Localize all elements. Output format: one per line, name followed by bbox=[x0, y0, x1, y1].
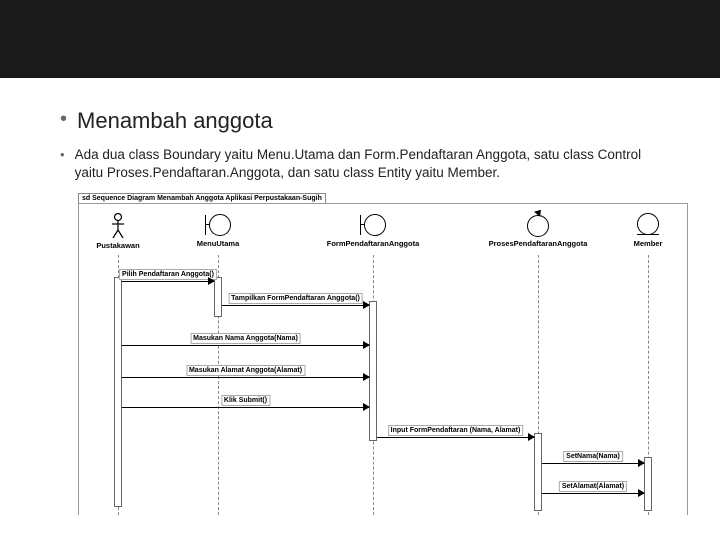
participant-entity: Member bbox=[618, 213, 678, 248]
slide-title: Menambah anggota bbox=[77, 108, 273, 134]
entity-icon bbox=[635, 213, 661, 237]
message-label: Masukan Nama Anggota(Nama) bbox=[190, 333, 301, 344]
boundary-icon bbox=[205, 213, 231, 237]
actor-icon bbox=[88, 213, 148, 239]
participant-label: MenuUtama bbox=[183, 239, 253, 248]
header-bar bbox=[0, 0, 720, 78]
participant-actor: Pustakawan bbox=[88, 213, 148, 250]
message: SetNama(Nama) bbox=[542, 451, 644, 465]
control-icon bbox=[525, 213, 551, 237]
activation-bar bbox=[214, 277, 222, 317]
message: Masukan Nama Anggota(Nama) bbox=[122, 333, 369, 347]
participant-control: ProsesPendaftaranAnggota bbox=[483, 213, 593, 248]
message: Masukan Alamat Anggota(Alamat) bbox=[122, 365, 369, 379]
activation-bar bbox=[644, 457, 652, 511]
message: Input FormPendaftaran (Nama, Alamat) bbox=[377, 425, 534, 439]
message-label: Pilih Pendaftaran Anggota() bbox=[119, 269, 217, 280]
participant-label: Pustakawan bbox=[88, 241, 148, 250]
participant-label: ProsesPendaftaranAnggota bbox=[483, 239, 593, 248]
message: Pilih Pendaftaran Anggota() bbox=[122, 269, 214, 283]
sequence-diagram: sd Sequence Diagram Menambah Anggota Apl… bbox=[78, 195, 688, 515]
activation-bar bbox=[114, 277, 122, 507]
activation-bar bbox=[369, 301, 377, 441]
message-label: Masukan Alamat Anggota(Alamat) bbox=[186, 365, 305, 376]
message-label: Klik Submit() bbox=[221, 395, 270, 406]
diagram-frame-border bbox=[78, 203, 688, 515]
boundary-icon bbox=[360, 213, 386, 237]
message-label: Input FormPendaftaran (Nama, Alamat) bbox=[388, 425, 524, 436]
message: Tampilkan FormPendaftaran Anggota() bbox=[222, 293, 369, 307]
message-label: Tampilkan FormPendaftaran Anggota() bbox=[228, 293, 363, 304]
slide-content: • Menambah anggota • Ada dua class Bound… bbox=[0, 78, 720, 182]
participant-boundary2: FormPendaftaranAnggota bbox=[323, 213, 423, 248]
message: Klik Submit() bbox=[122, 395, 369, 409]
activation-bar bbox=[534, 433, 542, 511]
participant-label: Member bbox=[618, 239, 678, 248]
bullet-icon: • bbox=[60, 108, 67, 130]
bullet-icon: • bbox=[60, 146, 65, 164]
participant-label: FormPendaftaranAnggota bbox=[323, 239, 423, 248]
participant-boundary1: MenuUtama bbox=[183, 213, 253, 248]
message-label: SetAlamat(Alamat) bbox=[559, 481, 627, 492]
slide-description: Ada dua class Boundary yaitu Menu.Utama … bbox=[75, 146, 670, 182]
message-label: SetNama(Nama) bbox=[563, 451, 623, 462]
message: SetAlamat(Alamat) bbox=[542, 481, 644, 495]
